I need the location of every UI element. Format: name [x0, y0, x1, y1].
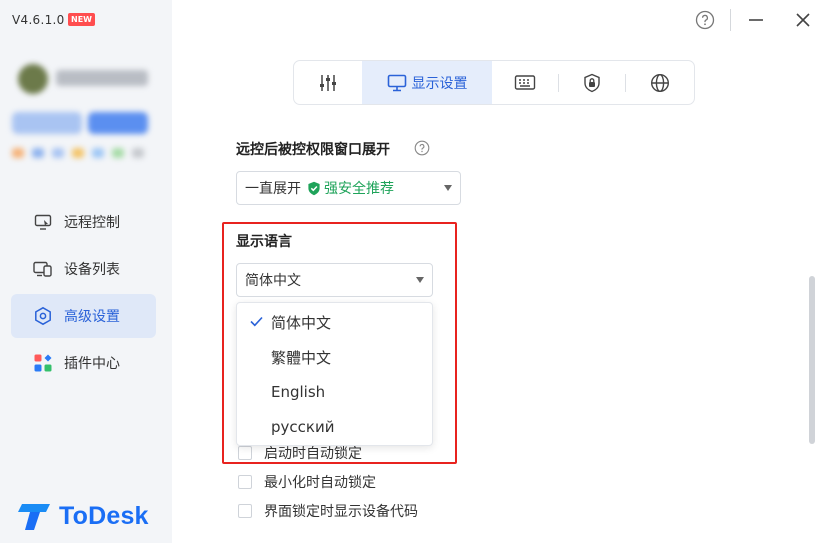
sidebar-item-advanced-settings[interactable]: 高级设置 [11, 294, 156, 338]
window-expand-label: 远控后被控权限窗口展开 [236, 142, 390, 158]
titlebar-divider [730, 9, 731, 31]
globe-icon [650, 73, 670, 92]
tab-label: 显示设置 [411, 75, 468, 92]
select-value: 简体中文 [245, 273, 301, 289]
language-dropdown-menu: 简体中文 繁體中文 English русский [236, 302, 433, 446]
checkbox-show-device-code[interactable]: 界面锁定时显示设备代码 [238, 501, 418, 521]
profile-card-blurred [12, 58, 162, 168]
sidebar-item-remote-control[interactable]: 远程控制 [11, 200, 156, 244]
checkbox-lock-on-start[interactable]: 启动时自动锁定 [238, 443, 362, 463]
chevron-down-icon [416, 277, 424, 283]
help-circle-icon [414, 140, 430, 156]
select-value: 一直展开 [245, 181, 301, 197]
scrollbar-thumb[interactable] [809, 276, 815, 444]
sidebar: V4.6.1.0 NEW 远程控制 设备列表 高级设置 插件中心 ToDesk [0, 0, 172, 543]
minimize-button[interactable] [745, 9, 767, 31]
version-label: V4.6.1.0 [12, 13, 65, 27]
remote-control-icon [33, 212, 53, 232]
checkbox[interactable] [238, 504, 252, 518]
check-icon [250, 313, 263, 331]
language-option-zh-hant[interactable]: 繁體中文 [237, 340, 432, 374]
tab-display-settings[interactable]: 显示设置 [362, 61, 492, 104]
checkbox[interactable] [238, 475, 252, 489]
shield-check-icon [308, 181, 320, 195]
settings-hexagon-icon [33, 306, 53, 326]
chevron-down-icon [444, 185, 452, 191]
sidebar-item-label: 远程控制 [64, 215, 120, 231]
monitor-icon [387, 74, 406, 91]
plugin-center-icon [33, 353, 53, 373]
language-select[interactable]: 简体中文 [236, 263, 433, 297]
new-badge: NEW [68, 13, 95, 26]
lock-shield-icon [584, 73, 600, 92]
close-button[interactable] [792, 9, 814, 31]
tab-keyboard[interactable] [492, 61, 558, 104]
logo-text: ToDesk [59, 501, 149, 530]
sidebar-item-label: 插件中心 [64, 356, 120, 372]
keyboard-icon [514, 74, 536, 90]
close-icon [796, 13, 810, 27]
tab-security[interactable] [559, 61, 625, 104]
sidebar-item-label: 高级设置 [64, 309, 120, 325]
language-option-russian[interactable]: русский [237, 410, 432, 444]
language-option-zh-hans[interactable]: 简体中文 [237, 305, 432, 339]
display-language-label: 显示语言 [236, 234, 292, 250]
sidebar-item-plugin-center[interactable]: 插件中心 [11, 341, 156, 385]
language-option-english[interactable]: English [237, 375, 432, 409]
sidebar-item-device-list[interactable]: 设备列表 [11, 247, 156, 291]
checkbox-lock-on-minimize[interactable]: 最小化时自动锁定 [238, 472, 376, 492]
avatar [18, 64, 48, 94]
help-button[interactable] [694, 9, 716, 31]
minimize-icon [749, 19, 763, 21]
todesk-logo: ToDesk [16, 500, 149, 532]
secure-recommend-badge: 强安全推荐 [307, 178, 394, 198]
checkbox[interactable] [238, 446, 252, 460]
device-list-icon [33, 259, 53, 279]
sidebar-nav: 远程控制 设备列表 高级设置 插件中心 [11, 200, 156, 388]
help-icon [695, 10, 715, 30]
settings-tabbar: 显示设置 [293, 60, 695, 105]
todesk-logo-icon [18, 504, 50, 530]
tab-network[interactable] [626, 61, 694, 104]
sliders-icon [320, 74, 336, 91]
tab-general[interactable] [294, 61, 362, 104]
sidebar-item-label: 设备列表 [64, 262, 120, 278]
window-expand-select[interactable]: 一直展开 强安全推荐 [236, 171, 461, 205]
info-button[interactable] [414, 140, 430, 160]
